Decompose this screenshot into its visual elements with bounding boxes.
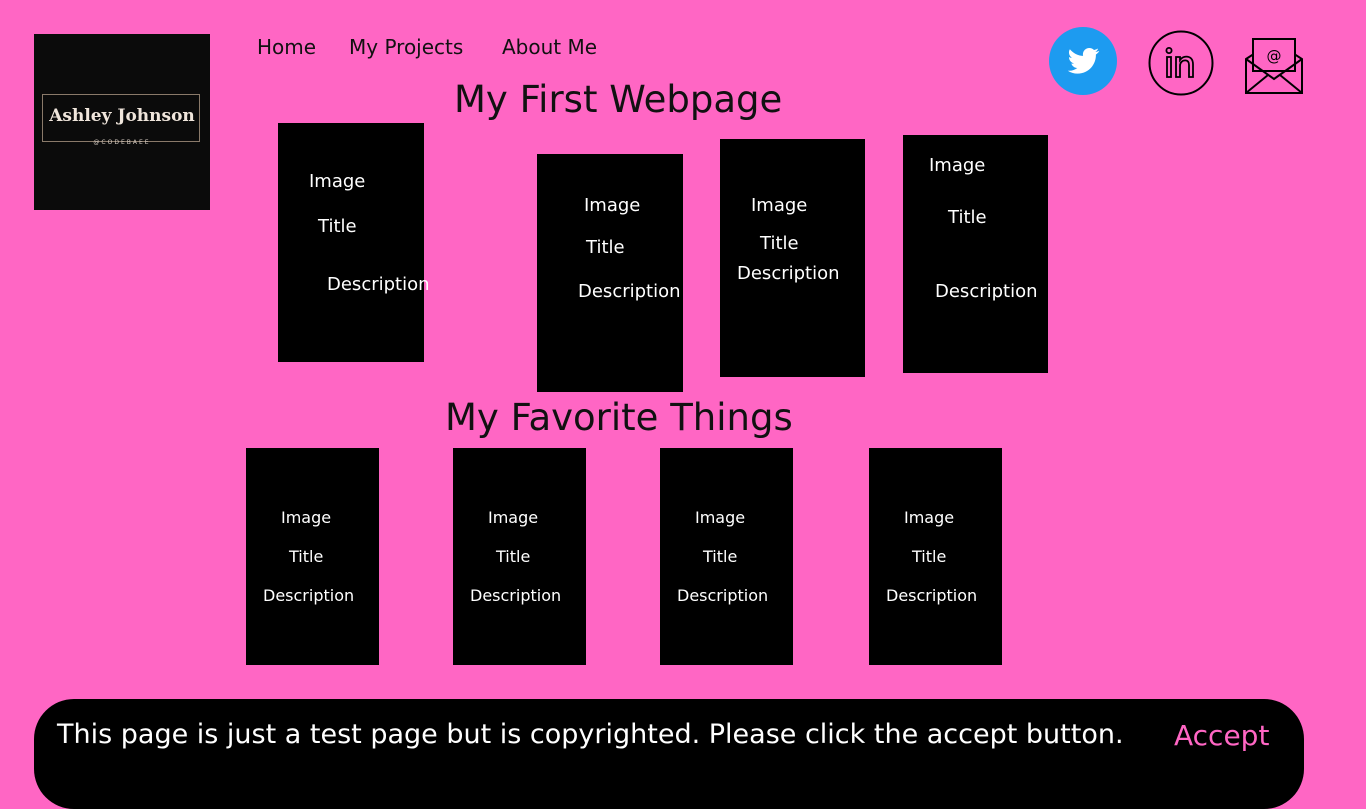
section-heading-favorite-things: My Favorite Things bbox=[445, 396, 793, 439]
card-image-label: Image bbox=[584, 195, 641, 216]
logo-name: Ashley Johnson bbox=[49, 106, 195, 126]
card-image-label: Image bbox=[281, 508, 332, 527]
section-heading-first-webpage: My First Webpage bbox=[454, 78, 783, 121]
copyright-banner: This page is just a test page but is cop… bbox=[34, 699, 1304, 809]
card-image-label: Image bbox=[695, 508, 746, 527]
project-card-1[interactable] bbox=[278, 123, 424, 362]
svg-text:@: @ bbox=[1267, 47, 1282, 65]
project-card-3[interactable] bbox=[720, 139, 865, 377]
card-title: Title bbox=[496, 547, 531, 566]
nav-home[interactable]: Home bbox=[257, 35, 316, 59]
email-icon[interactable]: @ bbox=[1244, 37, 1304, 101]
card-title: Title bbox=[586, 237, 625, 258]
card-title: Title bbox=[948, 207, 987, 228]
nav-my-projects[interactable]: My Projects bbox=[349, 35, 463, 59]
card-title: Title bbox=[760, 233, 799, 254]
card-description: Description bbox=[578, 281, 681, 302]
card-image-label: Image bbox=[904, 508, 955, 527]
card-image-label: Image bbox=[488, 508, 539, 527]
linkedin-icon[interactable] bbox=[1148, 30, 1214, 100]
card-title: Title bbox=[912, 547, 947, 566]
logo-handle: @CODEBAEE bbox=[93, 139, 151, 146]
card-description: Description bbox=[886, 586, 978, 605]
copyright-text: This page is just a test page but is cop… bbox=[57, 719, 1124, 750]
card-image-label: Image bbox=[309, 171, 366, 192]
project-card-2[interactable] bbox=[537, 154, 683, 392]
card-description: Description bbox=[263, 586, 355, 605]
card-image-label: Image bbox=[751, 195, 808, 216]
card-title: Title bbox=[289, 547, 324, 566]
card-image-label: Image bbox=[929, 155, 986, 176]
card-description: Description bbox=[327, 274, 430, 295]
logo: Ashley Johnson @CODEBAEE bbox=[34, 34, 210, 210]
card-description: Description bbox=[470, 586, 562, 605]
card-title: Title bbox=[318, 216, 357, 237]
card-description: Description bbox=[935, 281, 1038, 302]
card-description: Description bbox=[677, 586, 769, 605]
card-title: Title bbox=[703, 547, 738, 566]
card-description: Description bbox=[737, 263, 840, 284]
accept-button[interactable]: Accept bbox=[1174, 719, 1269, 752]
nav-about-me[interactable]: About Me bbox=[502, 35, 597, 59]
twitter-icon[interactable] bbox=[1049, 27, 1117, 99]
